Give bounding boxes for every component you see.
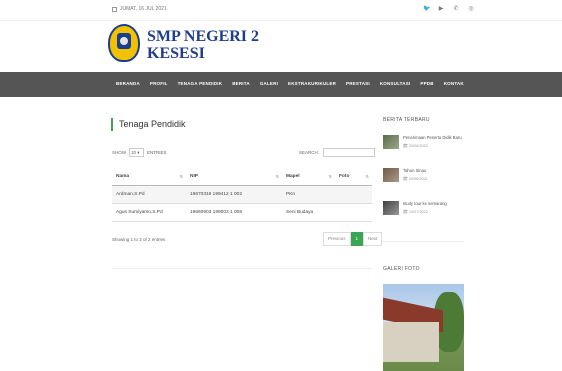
instagram-icon[interactable]: ◎ (468, 5, 474, 12)
nav-ekstrakurikuler[interactable]: EKSTRAKURIKULER (288, 81, 336, 86)
social-links: 🐦 ▶ ✆ ◎ (423, 5, 474, 12)
sort-icon: ⇅ (365, 174, 369, 179)
top-bar: JUMAT, 16 JUL 2021 🐦 ▶ ✆ ◎ (0, 0, 562, 21)
news-item[interactable]: Tahun Sinau 🗓 20/06/2021 (383, 168, 483, 182)
cell-foto (335, 203, 372, 222)
entries-value: 10 (131, 150, 137, 155)
nav-galeri[interactable]: GALERI (260, 81, 278, 86)
column-header-foto[interactable]: Foto ⇅ (335, 168, 372, 186)
news-date: 🗓 10/07/2022 (403, 210, 428, 214)
previous-button[interactable]: Previous (323, 232, 351, 246)
nav-berita[interactable]: BERITA (232, 81, 250, 86)
column-label: Nama (116, 174, 130, 179)
sort-icon: ⇅ (275, 174, 279, 179)
search-label: SEARCH: (299, 150, 320, 155)
date-text: JUMAT, 16 JUL 2021 (120, 6, 167, 12)
table-info: Showing 1 to 2 of 2 entries (112, 237, 166, 242)
school-logo[interactable] (108, 24, 140, 62)
column-label: Foto (339, 174, 350, 179)
news-thumbnail[interactable] (383, 201, 399, 215)
phone-icon[interactable]: ✆ (453, 5, 459, 12)
column-header-nama[interactable]: Nama ⇅ (112, 168, 186, 186)
nav-ppdb[interactable]: PPDB (420, 81, 433, 86)
site-title[interactable]: SMP NEGERI 2 KESESI (147, 28, 259, 62)
column-header-nip[interactable]: NIP ⇅ (186, 168, 282, 186)
main-nav: BERANDA PROFIL TENAGA PENDIDIK BERITA GA… (0, 72, 562, 97)
table-row: Agus Sumiyarso,S.Pd 19660603 199003 1 00… (112, 203, 372, 222)
news-date: 🗓 20/06/2021 (403, 177, 428, 181)
nav-prestasi[interactable]: PRESTASI (346, 81, 370, 86)
news-thumbnail[interactable] (383, 135, 399, 149)
cell-foto (335, 185, 372, 204)
search-input[interactable] (323, 148, 376, 157)
site-title-line2: KESESI (147, 45, 205, 62)
date-display: JUMAT, 16 JUL 2021 (112, 6, 167, 12)
wall-shape (383, 322, 439, 362)
nav-tenaga-pendidik[interactable]: TENAGA PENDIDIK (178, 81, 223, 86)
content-divider (112, 268, 372, 269)
entries-select[interactable]: 10 ▾ (129, 148, 144, 157)
sort-icon: ⇅ (179, 174, 183, 179)
news-date-text: 20/06/2021 (408, 177, 428, 181)
gallery-section-title: GALERI FOTO (383, 266, 420, 272)
news-title[interactable]: Tahun Sinau (403, 168, 483, 174)
cell-nama: Agus Sumiyarso,S.Pd (112, 203, 186, 222)
cell-nama: Ardman,S.Pd (112, 185, 186, 204)
teacher-table: Nama ⇅ NIP ⇅ Mapel ⇅ Foto ⇅ Ardman,S.Pd 1967… (112, 168, 372, 222)
table-header-row: Nama ⇅ NIP ⇅ Mapel ⇅ Foto ⇅ (112, 168, 372, 186)
twitter-icon[interactable]: 🐦 (423, 5, 430, 12)
nav-kontak[interactable]: KONTAK (444, 81, 464, 86)
news-item[interactable]: Penerimaan Peserta Didik Baru 🗓 20/06/20… (383, 135, 483, 149)
news-title[interactable]: Penerimaan Peserta Didik Baru (403, 135, 483, 141)
gallery-photo[interactable] (383, 284, 464, 371)
news-date: 🗓 20/06/2022 (403, 144, 428, 148)
show-label: SHOW (112, 150, 126, 155)
news-thumbnail[interactable] (383, 168, 399, 182)
cell-nip: 19660603 199003 1 008 (186, 203, 282, 222)
sort-icon: ⇅ (328, 174, 332, 179)
news-section-title: BERITA TERBARU (383, 117, 430, 123)
nav-profil[interactable]: PROFIL (150, 81, 168, 86)
column-header-mapel[interactable]: Mapel ⇅ (282, 168, 335, 186)
news-date-text: 10/07/2022 (408, 210, 428, 214)
cell-mapel: PKn (282, 185, 335, 204)
news-date-text: 20/06/2022 (408, 144, 428, 148)
news-title[interactable]: study tour ke semarang (403, 201, 483, 207)
sidebar-divider (383, 241, 464, 242)
cell-nip: 19670319 199412 1 002 (186, 185, 282, 204)
table-search: SEARCH: (299, 148, 376, 157)
site-title-line1: SMP NEGERI 2 (147, 28, 260, 45)
calendar-icon (112, 6, 117, 12)
column-label: NIP (190, 174, 198, 179)
nav-beranda[interactable]: BERANDA (116, 81, 140, 86)
page-title: Tenaga Pendidik (111, 118, 186, 131)
nav-konsultasi[interactable]: KONSULTASI (380, 81, 411, 86)
column-label: Mapel (286, 174, 300, 179)
entries-length-control: SHOW 10 ▾ ENTRIES (112, 148, 167, 157)
entries-label: ENTRIES (147, 150, 167, 155)
cell-mapel: Seni Budaya (282, 203, 335, 222)
news-item[interactable]: study tour ke semarang 🗓 10/07/2022 (383, 201, 483, 215)
table-row: Ardman,S.Pd 19670319 199412 1 002 PKn (112, 185, 372, 204)
youtube-icon[interactable]: ▶ (438, 5, 444, 12)
page-1-button[interactable]: 1 (350, 232, 364, 246)
next-button[interactable]: Next (363, 232, 383, 246)
pagination: Previous 1 Next (323, 232, 383, 246)
